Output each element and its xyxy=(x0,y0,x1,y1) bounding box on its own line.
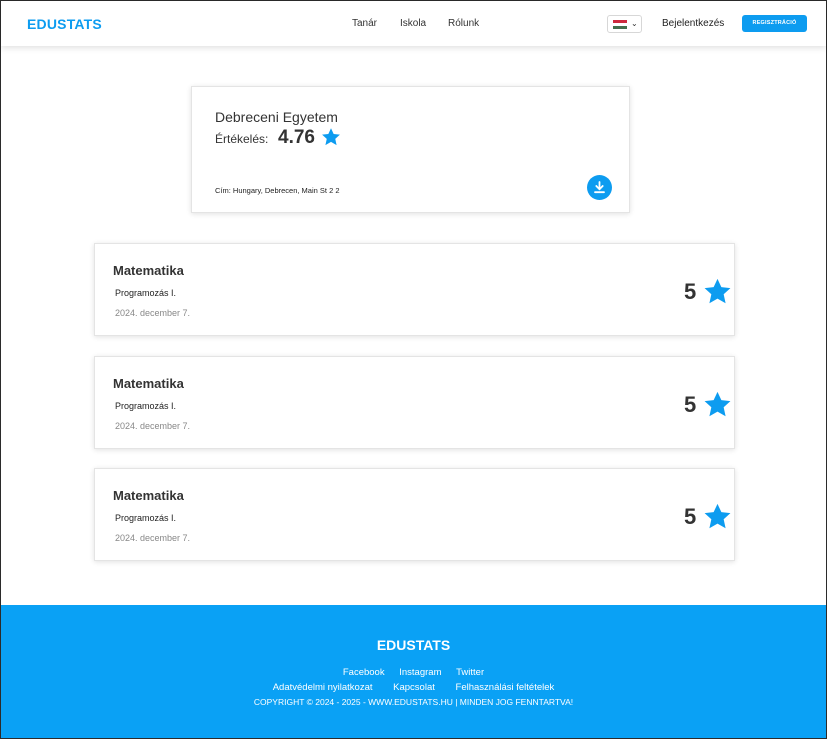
review-subject: Matematika xyxy=(113,263,184,278)
chevron-down-icon: ⌄ xyxy=(631,19,638,28)
download-button[interactable] xyxy=(587,175,612,200)
brand-logo[interactable]: EDUSTATS xyxy=(27,16,102,32)
review-score: 5 xyxy=(684,504,697,529)
school-name: Debreceni Egyetem xyxy=(215,109,338,125)
hungary-flag-icon xyxy=(613,20,627,29)
review-score: 5 xyxy=(684,392,697,417)
download-icon xyxy=(594,181,605,194)
review-subject: Matematika xyxy=(113,376,184,391)
review-card: Matematika Programozás I. 2024. december… xyxy=(94,356,735,449)
review-card: Matematika Programozás I. 2024. december… xyxy=(94,243,735,336)
footer-link-facebook[interactable]: Facebook xyxy=(343,667,385,678)
star-icon xyxy=(322,128,340,146)
register-button[interactable]: REGISZTRÁCIÓ xyxy=(742,15,807,32)
nav-link-about[interactable]: Rólunk xyxy=(448,18,479,29)
nav-link-teacher[interactable]: Tanár xyxy=(352,18,377,29)
footer-link-twitter[interactable]: Twitter xyxy=(456,667,484,678)
footer-social-links: Facebook Instagram Twitter xyxy=(1,667,826,678)
review-date: 2024. december 7. xyxy=(115,533,191,543)
footer-copyright: COPYRIGHT © 2024 - 2025 - WWW.EDUSTATS.H… xyxy=(253,697,574,707)
review-score: 5 xyxy=(684,279,697,304)
rating-value: 4.76 xyxy=(278,127,315,148)
review-course: Programozás I. xyxy=(115,401,177,411)
footer-link-instagram[interactable]: Instagram xyxy=(399,667,441,678)
school-address: Cím: Hungary, Debrecen, Main St 2 2 xyxy=(215,186,340,195)
star-icon xyxy=(704,391,731,417)
footer-link-privacy[interactable]: Adatvédelmi nyilatkozat xyxy=(273,682,373,693)
login-link[interactable]: Bejelentkezés xyxy=(662,18,724,29)
school-card: Debreceni Egyetem Értékelés: 4.76 Cím: H… xyxy=(191,86,630,213)
review-subject: Matematika xyxy=(113,488,184,503)
review-date: 2024. december 7. xyxy=(115,421,191,431)
review-date: 2024. december 7. xyxy=(115,308,191,318)
footer-link-terms[interactable]: Felhasználási feltételek xyxy=(456,682,555,693)
language-selector[interactable]: ⌄ xyxy=(607,15,642,33)
footer: EDUSTATS Facebook Instagram Twitter Adat… xyxy=(1,605,826,738)
footer-link-contact[interactable]: Kapcsolat xyxy=(393,682,435,693)
nav-link-school[interactable]: Iskola xyxy=(400,18,426,29)
footer-brand: EDUSTATS xyxy=(376,637,451,653)
review-course: Programozás I. xyxy=(115,288,177,298)
top-navbar: EDUSTATS Tanár Iskola Rólunk ⌄ Bejelentk… xyxy=(1,1,826,46)
review-card: Matematika Programozás I. 2024. december… xyxy=(94,468,735,561)
rating-label: Értékelés: xyxy=(215,132,269,146)
star-icon xyxy=(704,503,731,529)
star-icon xyxy=(704,278,731,304)
review-course: Programozás I. xyxy=(115,513,177,523)
footer-info-links: Adatvédelmi nyilatkozat Kapcsolat Felhas… xyxy=(1,682,826,693)
